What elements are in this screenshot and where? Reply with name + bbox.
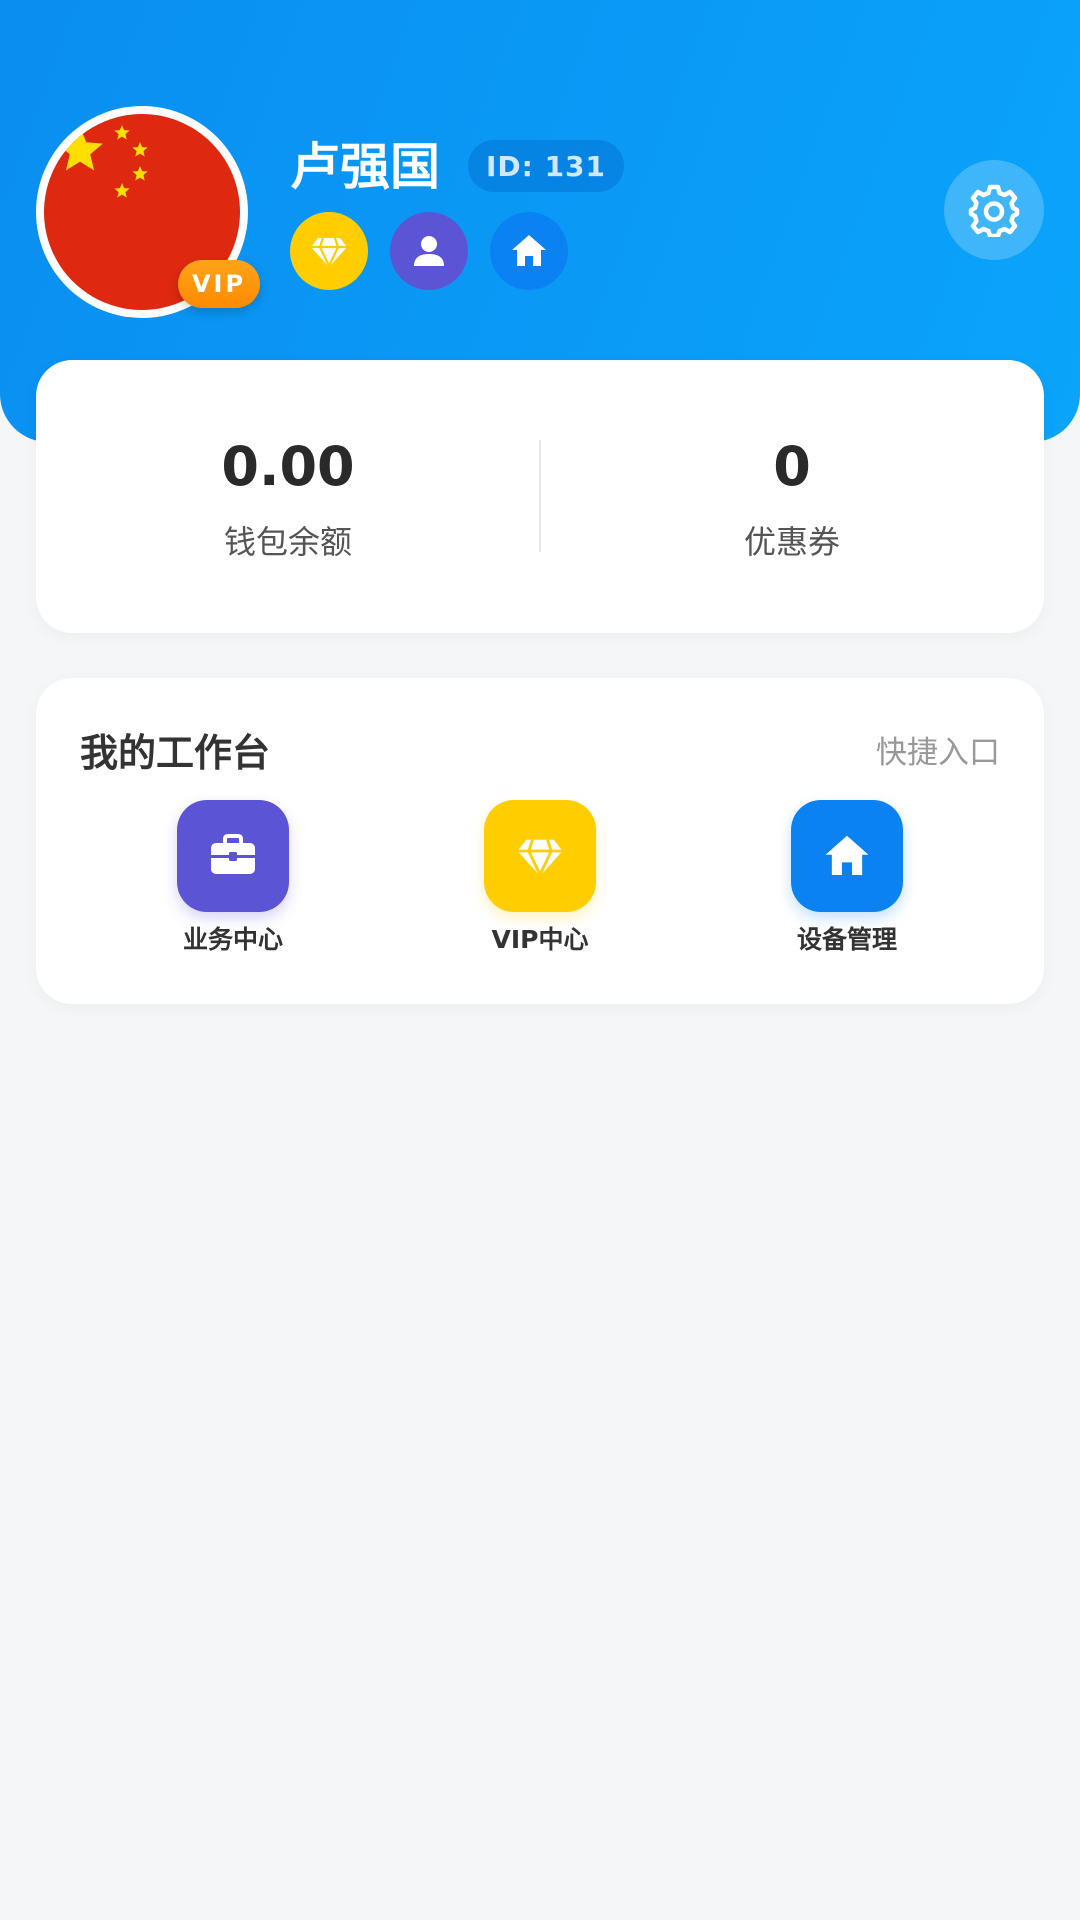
user-status-badge[interactable] xyxy=(390,212,468,290)
settings-button[interactable] xyxy=(944,160,1044,260)
workbench-title: 我的工作台 xyxy=(80,731,271,775)
business-center-item[interactable]: 业务中心 xyxy=(133,800,333,970)
user-name: 卢强国 xyxy=(290,138,440,196)
workbench-card: 我的工作台 快捷入口 业务中心 VIP中心 设备管理 xyxy=(36,678,1044,1004)
device-management-item[interactable]: 设备管理 xyxy=(747,800,947,970)
wallet-balance-value: 0.00 xyxy=(221,435,355,498)
device-management-label: 设备管理 xyxy=(796,925,897,954)
device-management-button[interactable] xyxy=(791,800,903,912)
coupon-label: 优惠券 xyxy=(743,523,840,561)
briefcase-icon xyxy=(211,834,255,874)
stats-card: 0.00 钱包余额 0 优惠券 xyxy=(36,360,1044,633)
diamond-icon xyxy=(311,237,347,269)
user-id-badge: ID: 131 xyxy=(468,140,624,192)
business-center-label: 业务中心 xyxy=(182,925,283,954)
user-id-value: 131 xyxy=(544,149,607,183)
vip-center-label: VIP中心 xyxy=(491,925,589,954)
user-icon xyxy=(414,236,444,266)
user-id-prefix: ID: xyxy=(485,149,534,183)
diamond-icon xyxy=(517,839,563,878)
gear-icon xyxy=(968,184,1020,237)
wallet-balance-stat[interactable]: 0.00 钱包余额 xyxy=(36,360,540,633)
home-status-badge[interactable] xyxy=(490,212,568,290)
vip-center-item[interactable]: VIP中心 xyxy=(440,800,640,970)
vip-badge: VIP xyxy=(178,260,260,308)
home-icon xyxy=(825,835,869,875)
vip-center-button[interactable] xyxy=(484,800,596,912)
wallet-balance-label: 钱包余额 xyxy=(223,523,352,561)
business-center-button[interactable] xyxy=(177,800,289,912)
coupon-count-value: 0 xyxy=(773,435,811,498)
coupon-stat[interactable]: 0 优惠券 xyxy=(540,360,1044,633)
home-icon xyxy=(512,235,546,266)
vip-status-badge[interactable] xyxy=(290,212,368,290)
shortcut-link[interactable]: 快捷入口 xyxy=(876,730,1000,776)
